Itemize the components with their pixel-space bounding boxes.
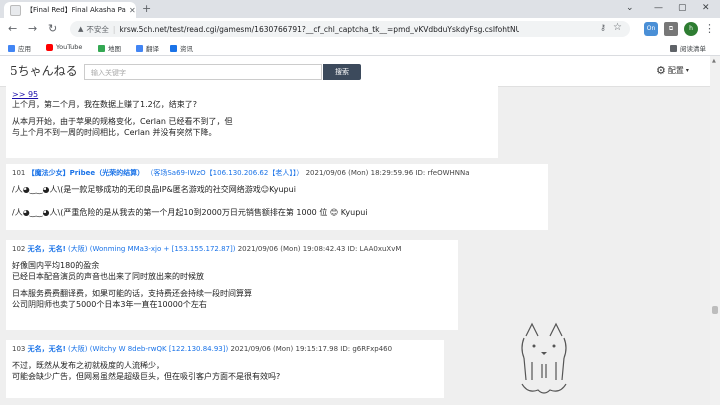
- bookmark-translate[interactable]: 翻译: [136, 43, 159, 53]
- poster-trip: (大阪) (Wonming MMa3-xjo + [153.155.172.87…: [68, 245, 236, 253]
- poster-name: 无名，无名!: [27, 345, 66, 353]
- post-101: 101 【魔法少女】Pribee（光荣的结算） （客场Sa69-IWzO【106…: [6, 164, 548, 230]
- post-100: >> 95 上个月，第二个月，我在数据上赚了1.2亿，结束了? 从本月开始，由于…: [6, 86, 498, 158]
- chevron-down-icon: ▾: [685, 67, 689, 74]
- page-scrollbar[interactable]: ▲: [710, 56, 720, 405]
- bookmark-news[interactable]: 资讯: [170, 43, 193, 53]
- reading-list[interactable]: 阅读清单: [670, 43, 706, 53]
- post-number[interactable]: 102: [12, 245, 25, 253]
- minimize-icon[interactable]: —: [654, 2, 663, 14]
- poster-name: 无名，无名!: [27, 245, 66, 253]
- bookmark-label: 地图: [108, 45, 121, 53]
- search-button[interactable]: 搜索: [323, 64, 361, 80]
- post-date: 2021/09/06 (Mon) 19:15:17.98: [230, 345, 339, 353]
- site-header: 5ちゃんねる 输入关键字 搜索 ⚙ 配置 ▾: [0, 56, 710, 87]
- address-bar[interactable]: ▲ 不安全 | krsw.5ch.net/test/read.cgi/games…: [70, 21, 630, 37]
- post-id[interactable]: ID: g6RFxp460: [340, 345, 392, 353]
- bookmark-maps[interactable]: 地图: [98, 43, 121, 53]
- bookmark-label: 翻译: [146, 45, 159, 53]
- forward-icon[interactable]: →: [28, 22, 37, 36]
- tab-strip: 【Final Red】Final Akasha Par ✕ + ⌄ — ▢ ✕: [0, 0, 720, 18]
- mascot-cat-icon: [521, 322, 567, 394]
- post-line: 上个月，第二个月，我在数据上赚了1.2亿，结束了?: [12, 100, 197, 109]
- news-icon: [170, 44, 177, 52]
- post-header: 103 无名，无名! (大阪) (Witchy W 8deb-rwQK [122…: [12, 344, 438, 354]
- close-tab-icon[interactable]: ✕: [129, 6, 136, 15]
- reading-list-label: 阅读清单: [680, 45, 706, 53]
- tab-favicon-icon: [10, 4, 21, 16]
- scroll-up-icon[interactable]: ▲: [712, 58, 716, 64]
- post-header: 101 【魔法少女】Pribee（光荣的结算） （客场Sa69-IWzO【106…: [12, 168, 542, 178]
- poster-trip: (大阪) (Witchy W 8deb-rwQK [122.130.84.93]…: [68, 345, 229, 353]
- post-number[interactable]: 101: [12, 169, 25, 177]
- post-id[interactable]: ID: LAA0xuXvM: [348, 245, 402, 253]
- bookmarks-bar: 应用 YouTube 地图 翻译 资讯 阅读清单: [0, 40, 720, 56]
- page-viewport: 5ちゃんねる 输入关键字 搜索 ⚙ 配置 ▾ >> 95 上个月，第二个月，我在…: [0, 56, 720, 405]
- tab-title: 【Final Red】Final Akasha Par: [26, 6, 126, 14]
- maximize-icon[interactable]: ▢: [678, 2, 687, 14]
- post-line: 与上个月不到一周的时间相比，Cerlan 并没有突然下降。: [12, 128, 217, 137]
- bookmark-apps[interactable]: 应用: [8, 43, 31, 53]
- url-text[interactable]: krsw.5ch.net/test/read.cgi/gamesm/163076…: [119, 25, 519, 34]
- reading-list-icon: [670, 44, 677, 52]
- search-input[interactable]: 输入关键字: [84, 64, 322, 80]
- post-102: 102 无名，无名! (大阪) (Wonming MMa3-xjo + [153…: [6, 240, 458, 330]
- post-date: 2021/09/06 (Mon) 19:08:42.43: [237, 245, 346, 253]
- maps-icon: [98, 44, 105, 52]
- post-line: 可能会缺少广告，但网易虽然是超级巨头，但在吸引客户方面不是很有效吗?: [12, 372, 281, 381]
- reply-link[interactable]: >> 95: [12, 90, 492, 99]
- menu-icon[interactable]: ⋮: [704, 22, 715, 36]
- extension-icon[interactable]: On: [644, 22, 658, 36]
- youtube-icon: [46, 43, 53, 51]
- bookmark-label: 应用: [18, 45, 31, 53]
- back-icon[interactable]: ←: [8, 22, 17, 36]
- extensions-puzzle-icon[interactable]: ⧉: [664, 22, 678, 36]
- site-logo[interactable]: 5ちゃんねる: [10, 62, 78, 79]
- post-line: /人◕‿‿◕人\(严重危险的是从我去的第一个月起10到2000万日元销售额排在第…: [12, 208, 368, 217]
- poster-name: 【魔法少女】Pribee（光荣的结算）: [27, 169, 145, 177]
- tab-search-icon[interactable]: ⌄: [626, 2, 634, 14]
- gear-icon: ⚙: [656, 64, 666, 77]
- post-header: 102 无名，无名! (大阪) (Wonming MMa3-xjo + [153…: [12, 244, 452, 254]
- post-line: /人◕‿‿◕人\(是一款足够成功的无印良品IP&匿名游戏的社交网络游戏☺Kyup…: [12, 185, 296, 194]
- reload-icon[interactable]: ↻: [48, 22, 57, 36]
- post-103: 103 无名，无名! (大阪) (Witchy W 8deb-rwQK [122…: [6, 340, 444, 398]
- scrollbar-thumb[interactable]: [712, 306, 718, 314]
- poster-trip: （客场Sa69-IWzO【106.130.206.62【老人】】）: [146, 169, 304, 177]
- apps-grid-icon: [8, 44, 15, 52]
- bookmark-star-icon[interactable]: ☆: [613, 22, 622, 33]
- separator: |: [112, 24, 116, 34]
- post-line: 不过，既然从发布之初就极度的人流稀少，: [12, 361, 164, 370]
- insecure-label[interactable]: 不安全: [86, 24, 109, 35]
- post-line: 从本月开始，由于苹果的规格变化，Cerlan 已经看不到了，但: [12, 117, 233, 126]
- post-date: 2021/09/06 (Mon) 18:29:59.96: [305, 169, 414, 177]
- bookmark-label: YouTube: [56, 43, 83, 51]
- warning-icon[interactable]: ▲: [78, 25, 83, 33]
- browser-tab[interactable]: 【Final Red】Final Akasha Par ✕: [4, 2, 136, 18]
- post-id[interactable]: ID: rfeOWHNNa: [415, 169, 469, 177]
- post-line: 公司阴阳师也卖了5000个日本3年一直在10000个左右: [12, 300, 207, 309]
- avatar[interactable]: h: [684, 22, 698, 36]
- config-label: 配置: [667, 66, 684, 75]
- post-line: 日本服务费费翻译费，如果可能的话，支持费还会持续一段时间算算: [12, 289, 252, 298]
- browser-toolbar: ← → ↻ ▲ 不安全 | krsw.5ch.net/test/read.cgi…: [0, 18, 720, 40]
- post-number[interactable]: 103: [12, 345, 25, 353]
- post-line: 已经日本配音演员的声音也出来了同时放出来的时候放: [12, 272, 204, 281]
- close-window-icon[interactable]: ✕: [702, 2, 710, 14]
- bookmark-youtube[interactable]: YouTube: [46, 43, 82, 51]
- new-tab-icon[interactable]: +: [142, 2, 151, 16]
- config-button[interactable]: ⚙ 配置 ▾: [656, 64, 689, 77]
- bookmark-label: 资讯: [180, 45, 193, 53]
- post-line: 好像国内平均180的盈余: [12, 261, 100, 270]
- translate-icon: [136, 44, 143, 52]
- key-icon[interactable]: ⚷: [600, 23, 606, 32]
